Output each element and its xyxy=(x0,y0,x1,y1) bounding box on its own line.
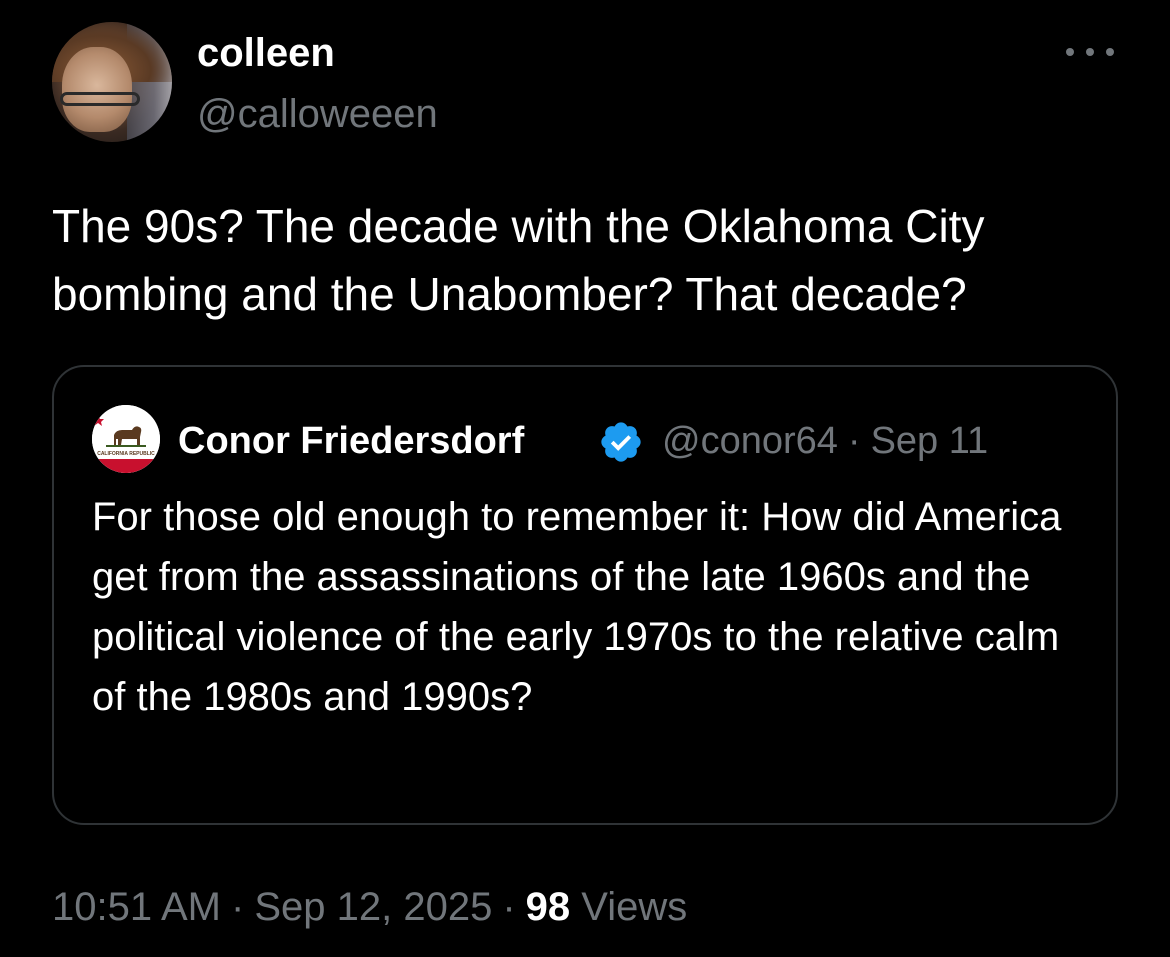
more-dot xyxy=(1086,48,1094,56)
quoted-display-name[interactable]: Conor Friedersdorf xyxy=(178,419,524,463)
quoted-tweet-text: For those old enough to remember it: How… xyxy=(92,495,1062,719)
tweet-text: The 90s? The decade with the Oklahoma Ci… xyxy=(52,200,985,320)
verified-badge-icon xyxy=(601,422,641,462)
views-count: 98 xyxy=(525,885,571,929)
author-display-name[interactable]: colleen xyxy=(197,30,335,76)
tweet: colleen @calloweeen The 90s? The decade … xyxy=(0,0,1170,957)
more-dot xyxy=(1066,48,1074,56)
avatar-face xyxy=(62,47,132,132)
flag-text: CALIFORNIA REPUBLIC xyxy=(97,451,155,457)
more-horizontal-icon[interactable] xyxy=(1066,42,1114,62)
tweet-date[interactable]: Sep 12, 2025 xyxy=(254,885,492,929)
views-label: Views xyxy=(581,885,688,929)
author-avatar[interactable] xyxy=(52,22,172,142)
avatar-glasses xyxy=(60,92,140,106)
california-bear-flag-icon[interactable]: CALIFORNIA REPUBLIC xyxy=(92,405,160,473)
quoted-tweet-card[interactable]: CALIFORNIA REPUBLIC Conor Friedersdorf @… xyxy=(52,365,1118,825)
author-handle[interactable]: @calloweeen xyxy=(197,91,438,137)
tweet-time[interactable]: 10:51 AM xyxy=(52,885,221,929)
quoted-handle-and-date: @conor64 · Sep 11 xyxy=(662,419,988,463)
more-dot xyxy=(1106,48,1114,56)
separator-dot: · xyxy=(847,420,861,462)
quoted-handle[interactable]: @conor64 xyxy=(662,420,838,462)
tweet-meta: 10:51 AM · Sep 12, 2025 · 98 Views xyxy=(52,882,687,932)
quoted-date[interactable]: Sep 11 xyxy=(871,420,989,462)
separator-dot: · xyxy=(231,885,245,929)
separator-dot: · xyxy=(502,885,516,929)
